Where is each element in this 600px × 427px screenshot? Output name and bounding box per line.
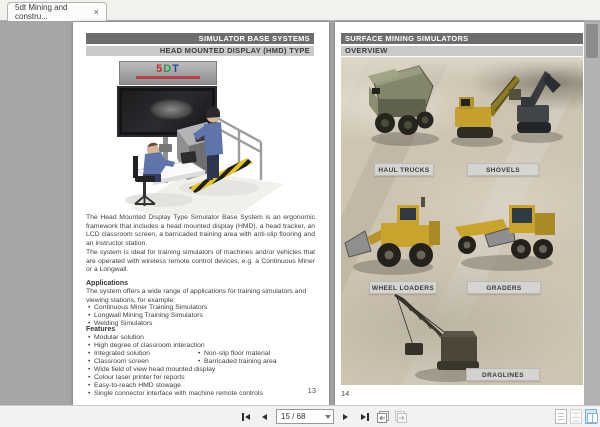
features-heading: Features (86, 326, 116, 333)
wheel-loader-image (344, 197, 440, 275)
hmd-simulator-illustration: 5DT (89, 58, 317, 214)
document-page-right[interactable]: SURFACE MINING SIMULATORS OVERVIEW HAUL … (335, 22, 584, 405)
list-item: Single connector interface with machine … (86, 390, 306, 398)
label-graders: GRADERS (467, 281, 541, 294)
list-item: Continuous Miner Training Simulators (86, 304, 315, 312)
list-item: Longwall Mining Training Simulators (86, 312, 315, 320)
next-view-button[interactable] (394, 410, 408, 424)
previous-page-button[interactable] (257, 409, 272, 425)
simulator-scene-drawing (125, 106, 284, 214)
applications-intro: The system offers a wide range of applic… (86, 288, 307, 304)
continuous-view-button[interactable] (570, 409, 582, 424)
applications-list: Continuous Miner Training Simulators Lon… (86, 304, 315, 328)
tab-bar: 5dt Mining and constru... × (0, 0, 600, 21)
facing-pages-view-button[interactable] (585, 409, 598, 424)
page-number-right: 14 (341, 389, 350, 398)
page-number-input-box[interactable] (276, 409, 334, 424)
left-page-header: SIMULATOR BASE SYSTEMS (86, 33, 314, 44)
document-page-left[interactable]: SIMULATOR BASE SYSTEMS HEAD MOUNTED DISP… (73, 22, 329, 405)
paragraph-2: The system is ideal for training simulat… (86, 249, 315, 274)
left-page-subheader: HEAD MOUNTED DISPLAY (HMD) TYPE (86, 45, 314, 56)
page-navigation (238, 406, 408, 427)
list-item: Classroom screen (86, 358, 194, 366)
page-number-left: 13 (307, 386, 316, 395)
features-list: Modular solution High degree of classroo… (86, 334, 315, 398)
list-item: Barricaded training area (194, 358, 315, 366)
shovels-image (451, 71, 563, 147)
tab-close-icon[interactable]: × (94, 7, 99, 17)
right-page-subheader: OVERVIEW (341, 45, 583, 56)
previous-view-button[interactable] (376, 410, 390, 424)
list-item: Wide field of view head mounted display (86, 366, 286, 374)
last-page-button[interactable] (357, 409, 372, 425)
mine-site-photo: HAUL TRUCKS SHOVELS WHEEL LOADERS GRADER… (341, 57, 583, 385)
view-mode-buttons (555, 409, 598, 424)
document-tab[interactable]: 5dt Mining and constru... × (7, 2, 107, 21)
vertical-scrollbar[interactable] (584, 22, 600, 405)
label-wheel-loaders: WHEEL LOADERS (369, 281, 437, 294)
page-dropdown-caret-icon[interactable] (325, 415, 331, 419)
scrollbar-thumb[interactable] (586, 24, 598, 58)
label-haul-trucks: HAUL TRUCKS (374, 163, 434, 176)
applications-heading: Applications (86, 280, 129, 287)
single-page-view-button[interactable] (555, 409, 567, 424)
list-item: Easy-to-reach HMD stowage (86, 382, 286, 390)
first-page-button[interactable] (238, 409, 253, 425)
label-shovels: SHOVELS (467, 163, 539, 176)
next-page-button[interactable] (338, 409, 353, 425)
document-tab-title: 5dt Mining and constru... (15, 3, 68, 21)
right-page-header: SURFACE MINING SIMULATORS (341, 33, 583, 44)
paragraph-1: The Head Mounted Display Type Simulator … (86, 214, 315, 247)
grader-image (455, 205, 555, 271)
list-item: High degree of classroom interaction (86, 342, 286, 350)
bottom-toolbar (0, 405, 600, 427)
pdf-viewer-window: 5dt Mining and constru... × SIMULATOR BA… (0, 0, 600, 427)
list-item: Integrated solution (86, 350, 194, 358)
haul-truck-image (368, 65, 439, 146)
list-item: Modular solution (86, 334, 194, 342)
list-item: Non-slip floor material (194, 350, 315, 358)
list-item: Colour laser printer for reports (86, 374, 286, 382)
label-draglines: DRAGLINES (466, 368, 540, 381)
